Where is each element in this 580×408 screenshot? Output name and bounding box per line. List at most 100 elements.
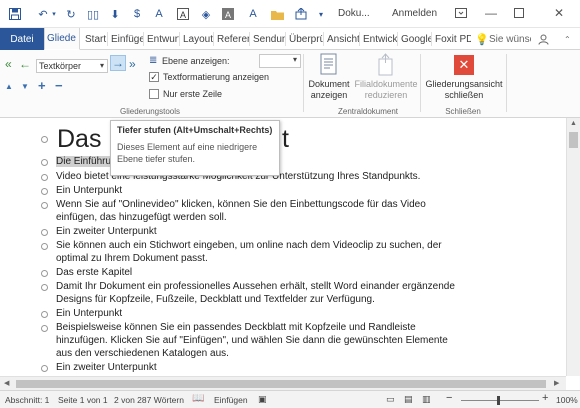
- outline-line[interactable]: Das erste Kapitel: [56, 267, 132, 278]
- collapse-ribbon-icon[interactable]: ⌃: [562, 28, 574, 50]
- status-words[interactable]: 2 von 287 Wörtern: [114, 395, 184, 405]
- promote-to-heading1-icon[interactable]: «: [5, 57, 12, 71]
- outline-bullet[interactable]: [41, 311, 48, 318]
- outline-level-select[interactable]: Textkörper ▾: [36, 59, 108, 73]
- promote-icon[interactable]: ←: [19, 57, 31, 71]
- status-section[interactable]: Abschnitt: 1: [5, 395, 49, 405]
- font-color-icon[interactable]: A: [150, 5, 168, 23]
- outline-bullet[interactable]: [41, 270, 48, 277]
- demote-to-body-icon[interactable]: »: [129, 57, 136, 71]
- outline-line[interactable]: Ein Unterpunkt: [56, 185, 122, 196]
- folder-icon[interactable]: [268, 5, 286, 23]
- zoom-out-icon[interactable]: −: [446, 392, 452, 404]
- outline-bullet[interactable]: [41, 136, 48, 143]
- ribbon-display-icon[interactable]: [450, 4, 472, 22]
- scroll-left-icon[interactable]: ◀: [4, 379, 9, 387]
- outline-bullet[interactable]: [41, 202, 48, 209]
- customize-qat-icon[interactable]: ▾: [316, 5, 326, 23]
- outline-bullet[interactable]: [41, 188, 48, 195]
- outline-line[interactable]: Wenn Sie auf "Onlinevideo" klicken, könn…: [56, 199, 426, 210]
- close-outline-button[interactable]: Gliederungsansicht schließen: [424, 79, 504, 101]
- outline-line[interactable]: Beispielsweise können Sie ein passendes …: [56, 322, 416, 333]
- outline-bullet[interactable]: [41, 229, 48, 236]
- outline-bullet[interactable]: [41, 159, 48, 166]
- user-icon[interactable]: [536, 28, 550, 50]
- web-layout-icon[interactable]: ▥: [422, 394, 431, 405]
- outline-line[interactable]: optimal zu Ihrem Dokument passt.: [56, 253, 208, 264]
- tell-me-search[interactable]: Sie wünsc: [487, 28, 531, 50]
- outline-line[interactable]: Ein Unterpunkt: [56, 308, 122, 319]
- outline-bullet[interactable]: [41, 174, 48, 181]
- heading-text[interactable]: Das i: [57, 125, 114, 154]
- tab-review[interactable]: Überprü: [287, 28, 323, 50]
- collapse-subdocuments-icon[interactable]: [377, 53, 395, 79]
- status-insert-mode[interactable]: Einfügen: [214, 395, 248, 405]
- outline-line[interactable]: Damit Ihr Dokument ein professionelles A…: [56, 281, 455, 292]
- show-level-select[interactable]: ▾: [259, 54, 301, 68]
- heading-text-tail[interactable]: t: [282, 125, 289, 154]
- tab-developer[interactable]: Entwick: [361, 28, 397, 50]
- text-a-icon[interactable]: A: [244, 5, 262, 23]
- proofing-icon[interactable]: 📖: [192, 393, 204, 404]
- tab-design[interactable]: Entwurf: [145, 28, 179, 50]
- demote-icon[interactable]: →: [110, 55, 126, 71]
- signin-link[interactable]: Anmelden: [392, 8, 437, 19]
- minimize-icon[interactable]: —: [480, 4, 502, 22]
- fill-icon[interactable]: ◈: [197, 5, 215, 23]
- tab-mailings[interactable]: Sendun: [251, 28, 285, 50]
- outline-bullet[interactable]: [41, 325, 48, 332]
- print-layout-icon[interactable]: ▤: [404, 394, 413, 405]
- zoom-slider-track[interactable]: [461, 400, 539, 401]
- scroll-up-icon[interactable]: ▲: [570, 120, 577, 127]
- first-line-only-checkbox[interactable]: [149, 89, 159, 99]
- close-outline-icon[interactable]: ✕: [454, 55, 474, 75]
- show-document-button[interactable]: Dokument anzeigen: [306, 79, 352, 101]
- save-icon[interactable]: [6, 5, 24, 23]
- show-document-icon[interactable]: [318, 53, 340, 79]
- zoom-level[interactable]: 100%: [556, 395, 578, 405]
- tab-file[interactable]: Datei: [0, 28, 44, 50]
- redo-icon[interactable]: ↻: [62, 5, 80, 23]
- undo-dropdown-icon[interactable]: ▾: [50, 5, 58, 23]
- expand-icon[interactable]: +: [38, 78, 46, 93]
- tab-home[interactable]: Start: [83, 28, 107, 50]
- outline-line[interactable]: aus den verschiedenen Katalogen aus.: [56, 348, 229, 359]
- tab-layout[interactable]: Layout: [181, 28, 213, 50]
- tab-google[interactable]: Google: [399, 28, 431, 50]
- vertical-scroll-thumb[interactable]: [569, 132, 578, 148]
- collapse-icon[interactable]: −: [55, 78, 63, 93]
- currency-icon[interactable]: $: [128, 5, 146, 23]
- show-formatting-checkbox[interactable]: ✓: [149, 72, 159, 82]
- outline-bullet[interactable]: [41, 243, 48, 250]
- outline-line[interactable]: Sie können auch ein Stichwort eingeben, …: [56, 240, 442, 251]
- outline-line[interactable]: Ein zweiter Unterpunkt: [56, 362, 157, 373]
- columns-icon[interactable]: ▯▯: [84, 5, 102, 23]
- outline-line[interactable]: Designs für Kopfzeile, Fußzeile, Deckbla…: [56, 294, 375, 305]
- selected-text[interactable]: Die Einführu: [56, 156, 112, 167]
- outline-line[interactable]: Ein zweiter Unterpunkt: [56, 226, 157, 237]
- zoom-slider-thumb[interactable]: [497, 396, 500, 405]
- tab-foxit-pdf[interactable]: Foxit PD: [433, 28, 471, 50]
- horizontal-scroll-thumb[interactable]: [16, 380, 546, 388]
- collapse-subdocuments-button[interactable]: Filialdokumente reduzieren: [352, 79, 420, 101]
- move-down-icon[interactable]: ▼: [21, 82, 29, 91]
- move-up-icon[interactable]: ▲: [5, 82, 13, 91]
- scroll-right-icon[interactable]: ▶: [554, 379, 559, 387]
- tab-outline[interactable]: Gliede: [44, 28, 80, 50]
- maximize-icon[interactable]: [508, 4, 530, 22]
- export-icon[interactable]: [292, 5, 310, 23]
- outline-line[interactable]: Die Einführu: [56, 156, 112, 167]
- status-page[interactable]: Seite 1 von 1: [58, 395, 108, 405]
- outline-line[interactable]: einfügen, das hinzugefügt werden soll.: [56, 212, 227, 223]
- tab-references[interactable]: Referen: [215, 28, 249, 50]
- font-box-icon[interactable]: A: [174, 5, 192, 23]
- outline-bullet[interactable]: [41, 284, 48, 291]
- outline-bullet[interactable]: [41, 365, 48, 372]
- horizontal-scrollbar[interactable]: ◀ ▶: [0, 376, 566, 390]
- sort-down-icon[interactable]: ⬇: [106, 5, 124, 23]
- tab-view[interactable]: Ansicht: [325, 28, 359, 50]
- close-window-icon[interactable]: ✕: [548, 4, 570, 22]
- macro-recording-icon[interactable]: ▣: [258, 394, 267, 405]
- vertical-scrollbar[interactable]: ▲: [566, 118, 580, 376]
- highlight-a-icon[interactable]: A: [219, 5, 237, 23]
